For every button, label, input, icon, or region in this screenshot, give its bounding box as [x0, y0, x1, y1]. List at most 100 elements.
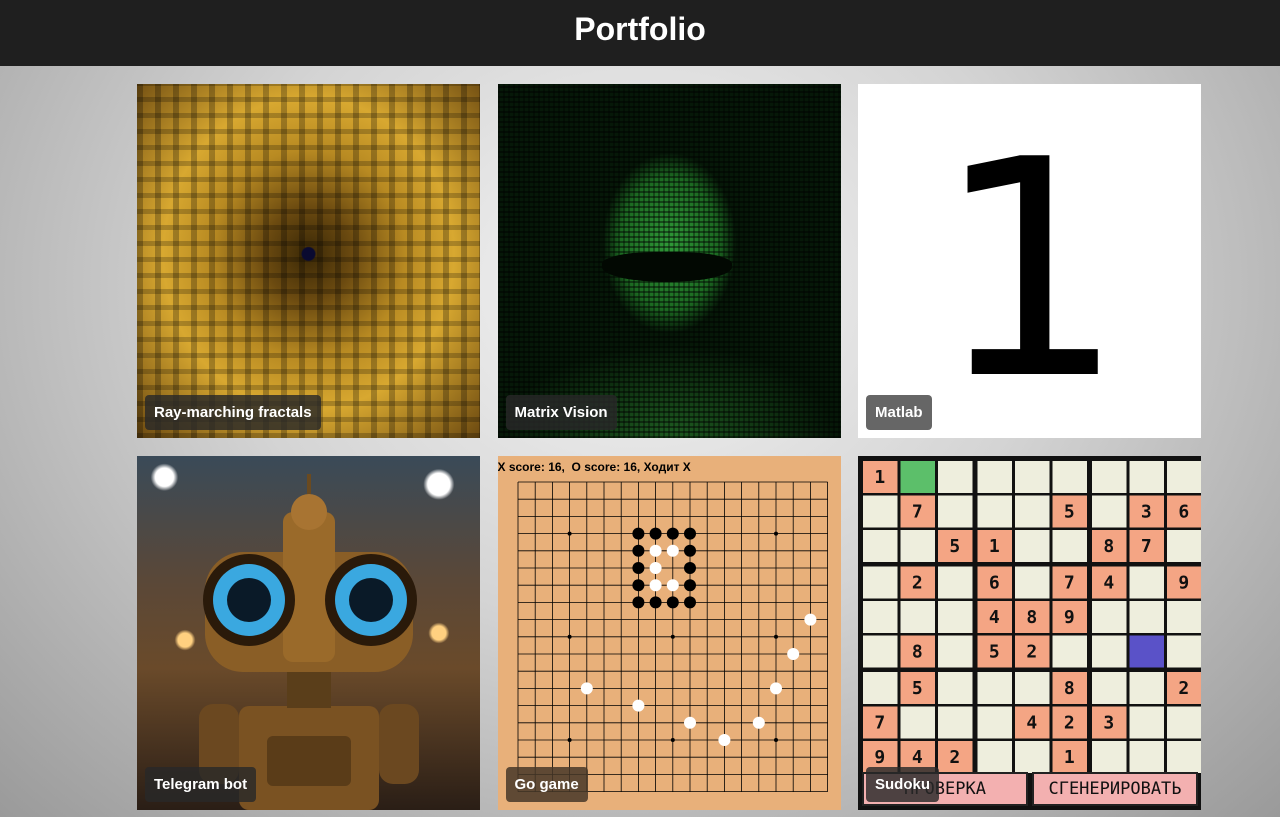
sudoku-digit: 6	[989, 573, 1000, 594]
sudoku-digit: 7	[874, 713, 885, 734]
sudoku-cell	[1129, 461, 1164, 493]
go-stone-black	[631, 579, 644, 592]
sudoku-cell	[1167, 741, 1201, 773]
go-star-point	[567, 738, 572, 742]
go-stone-black	[683, 527, 696, 540]
go-stone-black	[631, 562, 644, 574]
sudoku-cell	[938, 495, 973, 528]
sudoku-digit: 8	[912, 642, 923, 663]
sudoku-cell	[1129, 566, 1164, 599]
sudoku-cell	[1015, 566, 1050, 599]
sudoku-cell	[977, 741, 1012, 773]
sudoku-cell	[1167, 706, 1201, 739]
sudoku-cell	[1167, 530, 1201, 562]
digit-one-graphic: 1	[935, 96, 1126, 438]
robot-graphic	[199, 474, 419, 810]
sudoku-cell	[938, 601, 973, 633]
app-header: Portfolio	[0, 0, 1280, 66]
sudoku-cell	[1167, 461, 1201, 493]
sudoku-digit: 2	[1064, 713, 1075, 734]
sudoku-cell	[1052, 530, 1087, 562]
sudoku-digit: 4	[912, 747, 923, 768]
card-telegram-bot[interactable]: Telegram bot	[137, 456, 480, 810]
go-stone-black	[666, 596, 679, 609]
sudoku-cell	[1015, 461, 1050, 493]
go-stone-white	[649, 579, 662, 592]
go-star-point	[773, 531, 778, 536]
go-stone-black	[649, 596, 662, 609]
sudoku-digit: 4	[989, 607, 1000, 628]
card-caption: Go game	[505, 767, 588, 802]
card-ray-marching-fractals[interactable]: Ray-marching fractals	[137, 84, 480, 438]
go-star-point	[670, 738, 675, 742]
card-matrix-vision[interactable]: Matrix Vision	[497, 84, 841, 438]
sudoku-digit: 7	[1064, 573, 1075, 594]
portfolio-grid: Ray-marching fractals Matrix Vision 1 Ma…	[137, 84, 1201, 810]
go-stone-black	[683, 544, 696, 557]
sudoku-digit: 5	[949, 536, 960, 557]
go-stone-white	[666, 579, 679, 592]
sudoku-cell	[1015, 530, 1050, 562]
card-caption: Sudoku	[866, 767, 939, 802]
go-stone-black	[631, 527, 644, 540]
go-stone-white	[683, 716, 696, 729]
card-caption: Matrix Vision	[505, 395, 617, 430]
go-stone-black	[649, 527, 662, 540]
card-matlab[interactable]: 1 Matlab	[858, 84, 1201, 438]
sudoku-cell	[977, 672, 1012, 704]
sudoku-cell	[938, 672, 973, 704]
sudoku-cell	[863, 530, 898, 562]
matrix-image	[497, 84, 841, 438]
sudoku-digit: 9	[1178, 573, 1189, 594]
sudoku-digit: 2	[949, 747, 960, 768]
go-stone-white	[631, 699, 644, 712]
sudoku-digit: 1	[874, 467, 885, 488]
go-star-point	[567, 531, 572, 536]
sudoku-cell	[863, 672, 898, 704]
robot-image	[137, 456, 480, 810]
sudoku-cell	[1129, 601, 1164, 633]
sudoku-cell	[1129, 635, 1164, 668]
page-title: Portfolio	[574, 10, 706, 47]
card-go-game[interactable]: X score: 16, O score: 16, Ходит X Go gam…	[497, 456, 841, 810]
sudoku-cell	[1092, 672, 1127, 704]
generate-button[interactable]: СГЕНЕРИРОВАТЬ	[1032, 772, 1198, 806]
go-stone-black	[683, 562, 696, 574]
go-stone-white	[666, 544, 679, 557]
digit-text: 1	[935, 96, 1126, 438]
sudoku-cell	[1015, 495, 1050, 528]
fractal-image	[137, 84, 480, 438]
go-game-image: X score: 16, O score: 16, Ходит X	[497, 456, 841, 810]
card-caption: Matlab	[866, 395, 932, 430]
sudoku-digit: 6	[1178, 502, 1189, 523]
go-stone-white	[803, 613, 816, 626]
sudoku-digit: 4	[1103, 573, 1114, 594]
sudoku-cell	[863, 495, 898, 528]
go-stone-black	[683, 579, 696, 592]
go-stone-white	[580, 682, 593, 695]
sudoku-digit: 2	[1178, 678, 1189, 699]
sudoku-cell	[1052, 461, 1087, 493]
sudoku-digit: 5	[1064, 502, 1075, 523]
go-star-point	[567, 634, 572, 639]
sudoku-cell	[863, 601, 898, 633]
card-sudoku[interactable]: 1753651872674948985258274239421 ПРОВЕРКА…	[858, 456, 1201, 810]
sudoku-digit: 3	[1141, 502, 1152, 523]
sudoku-digit: 1	[1064, 747, 1075, 768]
sudoku-digit: 4	[1026, 713, 1037, 734]
sudoku-digit: 9	[874, 747, 885, 768]
sudoku-cell	[938, 461, 973, 493]
sudoku-cell	[1052, 635, 1087, 668]
sudoku-digit: 1	[989, 536, 1000, 557]
sudoku-digit: 8	[1064, 678, 1075, 699]
go-stone-white	[752, 716, 765, 729]
sudoku-cell	[1167, 635, 1201, 668]
go-star-point	[773, 738, 778, 742]
sudoku-cell	[863, 635, 898, 668]
sudoku-image: 1753651872674948985258274239421 ПРОВЕРКА…	[858, 456, 1201, 810]
sudoku-cell	[863, 566, 898, 599]
sudoku-digit: 7	[912, 502, 923, 523]
sudoku-cell	[977, 495, 1012, 528]
sudoku-digit: 8	[1103, 536, 1114, 557]
sudoku-cell	[977, 706, 1012, 739]
